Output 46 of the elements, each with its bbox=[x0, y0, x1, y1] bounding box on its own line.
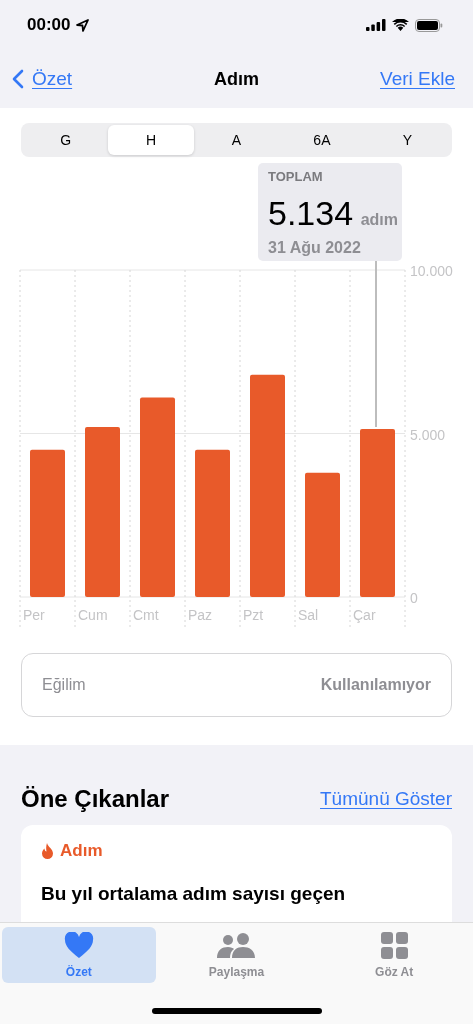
segment-tab[interactable]: Y bbox=[364, 125, 451, 155]
signal-icon bbox=[366, 19, 386, 31]
people-icon bbox=[216, 931, 257, 959]
show-all-link[interactable]: Tümünü Göster bbox=[320, 788, 452, 810]
flame-icon bbox=[41, 843, 54, 859]
segment-tab[interactable]: 6A bbox=[279, 125, 365, 155]
trend-label: Eğilim bbox=[42, 676, 86, 694]
bar[interactable] bbox=[30, 449, 65, 597]
bar[interactable] bbox=[195, 449, 230, 597]
card-category: Adım bbox=[60, 841, 103, 861]
add-data-link[interactable]: Veri Ekle bbox=[380, 68, 455, 90]
chevron-left-icon bbox=[12, 69, 24, 89]
summary-label: TOPLAM bbox=[268, 169, 323, 184]
battery-icon bbox=[415, 18, 443, 32]
day-label: Cum bbox=[78, 607, 108, 623]
bar[interactable] bbox=[85, 426, 120, 597]
heart-icon bbox=[63, 931, 94, 959]
wifi-icon bbox=[392, 19, 409, 31]
day-label: Çar bbox=[353, 607, 376, 623]
location-icon bbox=[76, 18, 90, 32]
axis-tick-label: 10.000 bbox=[410, 263, 453, 279]
day-label: Per bbox=[23, 607, 45, 623]
card-text: Bu yıl ortalama adım sayısı geçen bbox=[41, 882, 347, 906]
section-title: Öne Çıkanlar bbox=[21, 785, 170, 813]
axis-tick-label: 0 bbox=[410, 590, 418, 606]
summary-value: 5.134 bbox=[268, 194, 354, 232]
day-label: Cmt bbox=[133, 607, 159, 623]
day-label: Paz bbox=[188, 607, 213, 623]
summary-date: 31 Ağu 2022 bbox=[268, 239, 361, 256]
bar[interactable] bbox=[305, 472, 340, 597]
nav-title: Adım bbox=[214, 68, 259, 90]
axis-tick-label: 5.000 bbox=[410, 426, 446, 443]
day-label: Pzt bbox=[243, 607, 264, 623]
trend-value: Kullanılamıyor bbox=[320, 676, 431, 694]
back-link[interactable]: Özet bbox=[12, 68, 73, 90]
day-label: Sal bbox=[298, 607, 319, 623]
bar[interactable] bbox=[140, 397, 175, 597]
segment-tab[interactable]: A bbox=[193, 125, 280, 155]
grid-icon bbox=[380, 931, 408, 959]
bar[interactable] bbox=[360, 429, 395, 597]
summary-unit: adım bbox=[360, 211, 398, 228]
segment-tab[interactable]: H bbox=[108, 125, 194, 155]
highlight-card[interactable]: Adım Bu yıl ortalama adım sayısı geçen bbox=[21, 825, 452, 922]
status-time: 00:00 bbox=[27, 15, 71, 35]
segment-tab[interactable]: G bbox=[23, 125, 109, 155]
bar[interactable] bbox=[250, 374, 285, 597]
